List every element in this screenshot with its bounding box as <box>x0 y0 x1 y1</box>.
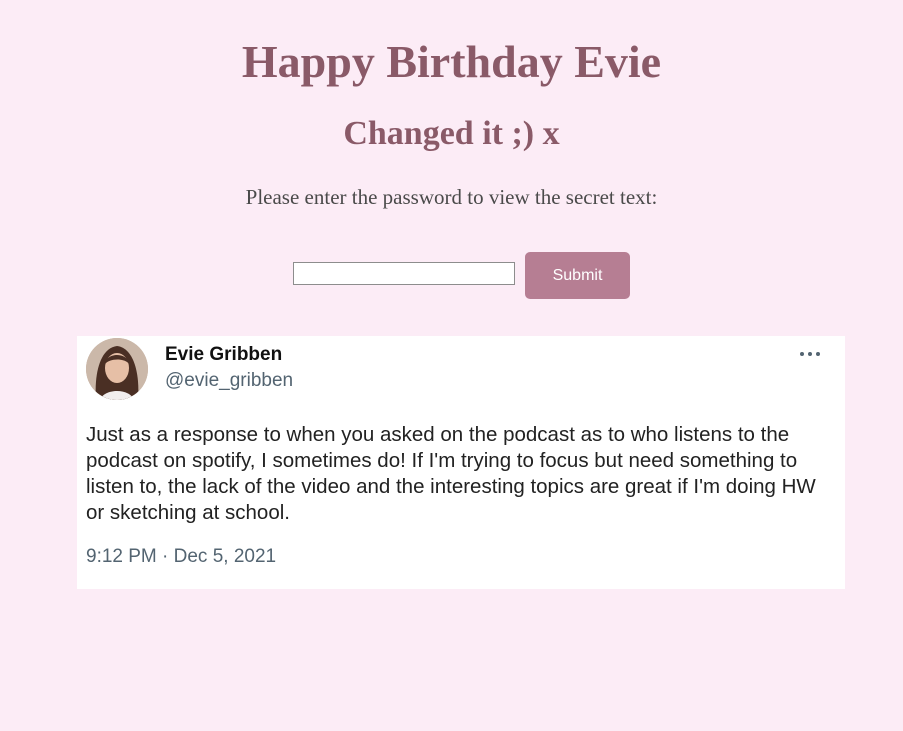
tweet-text: Just as a response to when you asked on … <box>86 423 816 524</box>
tweet-card: Evie Gribben @evie_gribben Just as a res… <box>77 336 845 589</box>
tweet-display-name[interactable]: Evie Gribben <box>165 344 282 366</box>
avatar <box>86 338 148 400</box>
page-title: Happy Birthday Evie <box>241 36 662 87</box>
submit-button[interactable]: Submit <box>525 252 630 299</box>
tweet-timestamp[interactable]: 9:12 PM · Dec 5, 2021 <box>86 546 276 568</box>
password-prompt: Please enter the password to view the se… <box>245 185 658 209</box>
tweet-handle[interactable]: @evie_gribben <box>165 370 293 392</box>
more-horizontal-icon[interactable] <box>797 346 823 362</box>
password-input[interactable] <box>293 262 515 285</box>
page-subtitle: Changed it ;) x <box>343 115 560 152</box>
